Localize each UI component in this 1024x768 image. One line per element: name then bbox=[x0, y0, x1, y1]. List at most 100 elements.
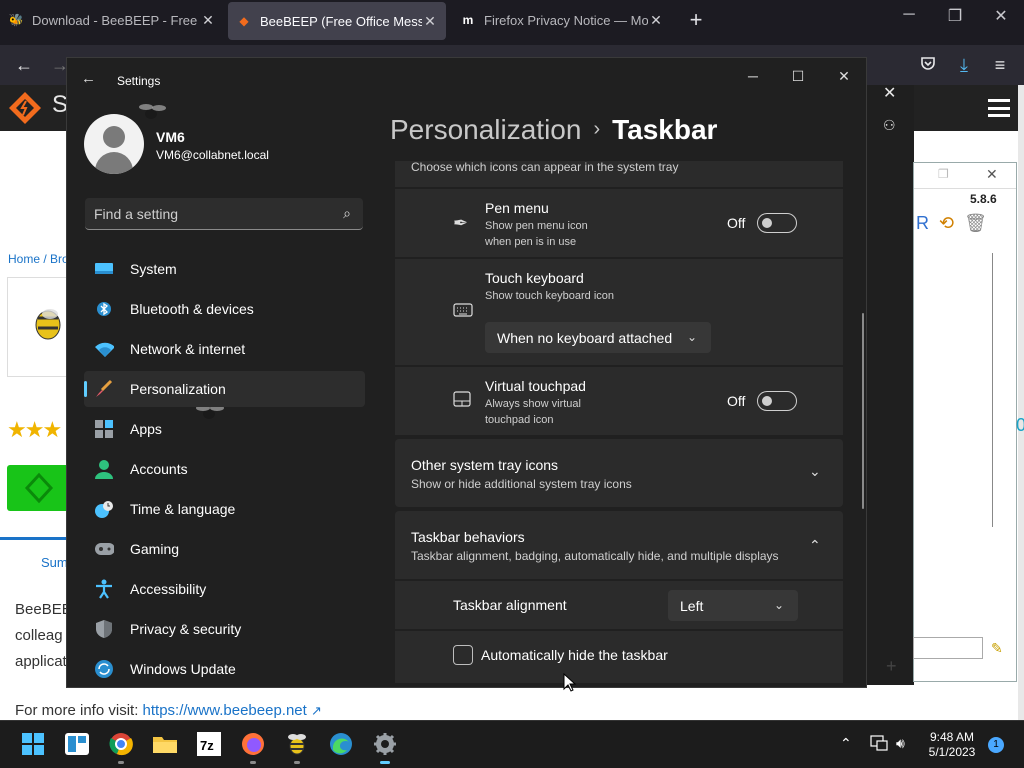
browser-tab[interactable]: m Firefox Privacy Notice — Mozilla ✕ bbox=[452, 0, 672, 40]
search-icon[interactable]: ⌕ bbox=[343, 205, 351, 222]
settings-window: ← Settings ─ ☐ ✕ VM6 VM6@collabnet.local… bbox=[66, 57, 867, 688]
tab-title: Firefox Privacy Notice — Mozilla bbox=[484, 12, 648, 28]
sidebar-item-label: Windows Update bbox=[130, 661, 236, 677]
back-icon[interactable]: ← bbox=[10, 53, 38, 77]
beebeep-close-icon[interactable]: ✕ bbox=[986, 166, 998, 183]
new-tab-button[interactable]: + bbox=[684, 8, 708, 32]
sidebar-item-privacy[interactable]: Privacy & security bbox=[84, 611, 365, 647]
settings-nav: System Bluetooth & devices Network & int… bbox=[84, 251, 365, 687]
sidebar-item-accessibility[interactable]: Accessibility bbox=[84, 571, 365, 607]
tab-close-icon[interactable]: ✕ bbox=[422, 13, 438, 30]
close-window-icon[interactable]: ✕ bbox=[986, 6, 1016, 26]
content-scrollbar[interactable] bbox=[862, 313, 864, 509]
pen-menu-toggle-wrap: Off bbox=[727, 213, 798, 233]
browser-tab[interactable]: 🐝 Download - BeeBEEP - Free Office Messe… bbox=[0, 0, 224, 40]
chrome-icon[interactable] bbox=[108, 731, 134, 764]
accessibility-icon bbox=[94, 579, 114, 599]
mouse-cursor-icon bbox=[563, 673, 577, 692]
chevron-up-icon[interactable]: ⌃ bbox=[809, 537, 821, 554]
restore-icon[interactable]: ❐ bbox=[938, 167, 949, 181]
sidebar-item-label: System bbox=[130, 261, 177, 277]
sidebar-item-network[interactable]: Network & internet bbox=[84, 331, 365, 367]
notification-badge[interactable]: 1 bbox=[988, 737, 1004, 753]
network-icon[interactable] bbox=[870, 735, 888, 754]
minimize-icon[interactable]: ─ bbox=[894, 6, 924, 24]
autohide-label[interactable]: Automatically hide the taskbar bbox=[481, 647, 668, 663]
pen-menu-sub-line: when pen is in use bbox=[485, 236, 577, 248]
page-digit: 0 bbox=[1016, 415, 1024, 435]
download-button[interactable] bbox=[7, 465, 69, 511]
taskbar-alignment-dropdown[interactable]: Left ⌄ bbox=[668, 590, 798, 621]
summary-tab[interactable]: Sum bbox=[41, 555, 68, 570]
virtual-touchpad-toggle[interactable] bbox=[757, 391, 798, 411]
file-explorer-icon[interactable] bbox=[152, 731, 178, 757]
browser-tab-active[interactable]: ◆ BeeBEEP (Free Office Messenger) ✕ bbox=[228, 2, 446, 40]
sidebar-item-windows-update[interactable]: Windows Update bbox=[84, 651, 365, 687]
sidebar-item-label: Accessibility bbox=[130, 581, 207, 597]
system-tray-header[interactable]: Choose which icons can appear in the sys… bbox=[395, 161, 843, 187]
tab-close-icon[interactable]: ✕ bbox=[200, 12, 216, 29]
toolbar-r-icon[interactable]: R bbox=[916, 213, 929, 234]
sidebar-item-accounts[interactable]: Accounts bbox=[84, 451, 365, 487]
minimize-icon[interactable]: ─ bbox=[735, 64, 771, 88]
accounts-icon bbox=[94, 459, 114, 479]
back-arrow-icon[interactable]: ← bbox=[81, 70, 96, 87]
virtual-touchpad-sub-line: Always show virtual bbox=[485, 398, 581, 410]
edge-icon[interactable] bbox=[328, 731, 354, 757]
touch-keyboard-dropdown[interactable]: When no keyboard attached ⌄ bbox=[485, 322, 711, 353]
search-box[interactable]: ⌕ bbox=[85, 198, 363, 230]
pen-menu-toggle[interactable] bbox=[757, 213, 798, 233]
breadcrumb-parent[interactable]: Personalization bbox=[390, 114, 581, 145]
toolbar-trash-icon[interactable]: 🗑 bbox=[964, 213, 987, 234]
page-title: Personalization › Taskbar bbox=[390, 114, 717, 146]
hamburger-menu-icon[interactable] bbox=[988, 99, 1010, 117]
search-input[interactable] bbox=[85, 198, 325, 229]
restore-icon[interactable]: ❐ bbox=[940, 6, 970, 26]
autohide-checkbox[interactable] bbox=[453, 645, 473, 665]
clock[interactable]: 9:48 AM 5/1/2023 bbox=[924, 730, 980, 760]
breadcrumb-current: Taskbar bbox=[612, 114, 718, 145]
external-link-icon[interactable]: ↗ bbox=[311, 703, 322, 718]
panel-close-icon[interactable]: ✕ bbox=[883, 83, 896, 103]
pocket-icon[interactable] bbox=[914, 53, 942, 77]
site-logo-icon[interactable] bbox=[8, 91, 42, 125]
sidebar-item-system[interactable]: System bbox=[84, 251, 365, 287]
chevron-down-icon[interactable]: ⌄ bbox=[809, 463, 821, 480]
touch-keyboard-sub: Show touch keyboard icon bbox=[485, 290, 615, 302]
downloads-icon[interactable]: ⤓ bbox=[950, 53, 978, 77]
settings-gear-icon[interactable] bbox=[372, 731, 398, 764]
toolbar-refresh-icon[interactable]: ⟲ bbox=[939, 213, 954, 234]
pen-menu-sub: Show pen menu icon when pen is in use bbox=[485, 218, 588, 250]
widgets-icon[interactable] bbox=[64, 731, 90, 757]
pen-icon: ✒ bbox=[453, 213, 469, 233]
sidebar-item-label: Time & language bbox=[130, 501, 236, 517]
profile-switch-icon[interactable]: ⚇ bbox=[883, 117, 896, 134]
avatar[interactable] bbox=[84, 114, 144, 174]
sidebar-item-apps[interactable]: Apps bbox=[84, 411, 365, 447]
sidebar-item-bluetooth[interactable]: Bluetooth & devices bbox=[84, 291, 365, 327]
menu-icon[interactable]: ≡ bbox=[986, 53, 1014, 77]
sidebar-item-time-language[interactable]: Time & language bbox=[84, 491, 365, 527]
close-icon[interactable]: ✕ bbox=[826, 64, 862, 88]
maximize-icon[interactable]: ☐ bbox=[780, 64, 816, 88]
start-icon[interactable] bbox=[20, 731, 46, 757]
beebeep-icon[interactable] bbox=[284, 731, 310, 764]
broom-icon[interactable]: ✎ bbox=[991, 640, 1003, 657]
sidebar-item-personalization[interactable]: Personalization bbox=[84, 371, 365, 407]
breadcrumb[interactable]: Home / Bro bbox=[8, 252, 69, 266]
other-tray-icons-section[interactable]: Other system tray icons Show or hide add… bbox=[395, 439, 843, 507]
tab-close-icon[interactable]: ✕ bbox=[648, 12, 664, 29]
dropdown-value: When no keyboard attached bbox=[497, 329, 673, 346]
tab-title: BeeBEEP (Free Office Messenger) bbox=[260, 13, 422, 29]
firefox-icon[interactable] bbox=[240, 731, 266, 764]
add-icon[interactable]: + bbox=[886, 656, 897, 677]
7zip-icon[interactable]: 7z bbox=[196, 731, 222, 757]
more-info-link[interactable]: https://www.beebeep.net bbox=[143, 702, 307, 719]
sidebar-item-gaming[interactable]: Gaming bbox=[84, 531, 365, 567]
virtual-touchpad-row: Virtual touchpad Always show virtual tou… bbox=[395, 367, 843, 435]
show-hidden-icons-chevron-icon[interactable]: ⌃ bbox=[840, 735, 852, 752]
beebeep-chat-input[interactable] bbox=[913, 637, 983, 659]
beebeep-scrollbar[interactable] bbox=[992, 253, 1002, 527]
taskbar-behaviors-section[interactable]: Taskbar behaviors Taskbar alignment, bad… bbox=[395, 511, 843, 579]
volume-icon[interactable]: 🔊︎ bbox=[896, 735, 905, 752]
